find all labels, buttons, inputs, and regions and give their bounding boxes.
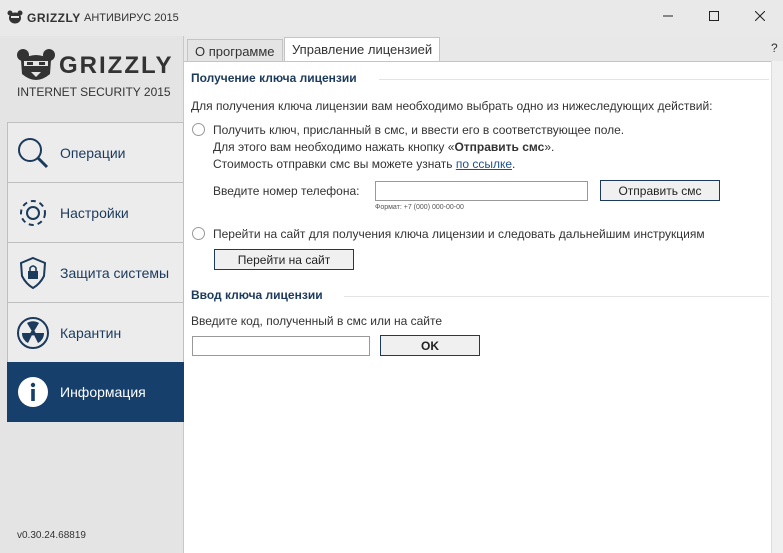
- info-icon: [15, 374, 51, 410]
- option-sms-line2: Для этого вам необходимо нажать кнопку «…: [213, 140, 555, 154]
- logo-subtitle: INTERNET SECURITY 2015: [17, 85, 171, 99]
- sidebar-item-label: Операции: [60, 144, 126, 161]
- tab-bar: О программе Управление лицензией: [184, 36, 783, 62]
- license-code-input[interactable]: [192, 336, 370, 356]
- option-sms-line3: Стоимость отправки смс вы можете узнать …: [213, 157, 516, 171]
- sidebar-item-quarantine[interactable]: Карантин: [7, 302, 184, 362]
- section-divider: [344, 296, 769, 297]
- sidebar-item-settings[interactable]: Настройки: [7, 182, 184, 242]
- section-divider: [379, 79, 769, 80]
- license-panel: Получение ключа лицензии Для получения к…: [184, 61, 771, 553]
- search-icon: [15, 135, 51, 171]
- title-bar: GRIZZLY АНТИВИРУС 2015: [0, 0, 783, 36]
- sidebar-item-label: Защита системы: [60, 264, 170, 281]
- intro-text: Для получения ключа лицензии вам необход…: [191, 99, 713, 113]
- logo-text: GRIZZLY: [59, 52, 174, 79]
- grizzly-logo-icon: [7, 10, 23, 24]
- close-icon: [755, 11, 765, 21]
- window-brand: GRIZZLY: [27, 11, 81, 25]
- code-label: Введите код, полученный в смс или на сай…: [191, 314, 443, 328]
- sidebar-item-system-protection[interactable]: Защита системы: [7, 242, 184, 302]
- sidebar-item-information[interactable]: Информация: [7, 362, 184, 422]
- option-website-text: Перейти на сайт для получения ключа лице…: [213, 227, 705, 241]
- tab-license-management[interactable]: Управление лицензией: [284, 37, 441, 62]
- sidebar-nav: Операции Настройки Защита системы Карант…: [7, 122, 184, 422]
- scrollbar[interactable]: [771, 61, 783, 553]
- section-title-enter-key: Ввод ключа лицензии: [191, 288, 323, 302]
- goto-site-button[interactable]: Перейти на сайт: [214, 249, 354, 270]
- radio-option-website[interactable]: [192, 227, 205, 240]
- price-link[interactable]: по ссылке: [456, 157, 512, 171]
- bear-logo-icon: [17, 49, 55, 80]
- sidebar-item-label: Карантин: [60, 324, 122, 341]
- window-title: АНТИВИРУС 2015: [84, 12, 179, 24]
- section-title-get-key: Получение ключа лицензии: [191, 71, 357, 85]
- minimize-icon: [663, 15, 673, 17]
- phone-input[interactable]: [375, 181, 588, 201]
- gear-icon: [15, 195, 51, 231]
- phone-format-hint: Формат: +7 (000) 000-00-00: [375, 204, 464, 211]
- sidebar: GRIZZLY INTERNET SECURITY 2015 Операции …: [0, 36, 184, 553]
- maximize-icon: [709, 11, 719, 21]
- maximize-button[interactable]: [691, 0, 737, 32]
- radiation-icon: [15, 315, 51, 351]
- radio-option-sms[interactable]: [192, 123, 205, 136]
- tab-about[interactable]: О программе: [187, 39, 283, 61]
- shield-lock-icon: [15, 255, 51, 291]
- product-logo: GRIZZLY INTERNET SECURITY 2015: [0, 36, 184, 122]
- minimize-button[interactable]: [645, 0, 691, 32]
- version-label: v0.30.24.68819: [17, 530, 86, 541]
- option-sms-line1: Получить ключ, присланный в смс, и ввест…: [213, 123, 625, 137]
- phone-label: Введите номер телефона:: [213, 184, 360, 198]
- sidebar-item-label: Настройки: [60, 204, 129, 221]
- sidebar-item-label: Информация: [60, 384, 146, 400]
- sidebar-item-operations[interactable]: Операции: [7, 122, 184, 182]
- close-button[interactable]: [737, 0, 783, 32]
- ok-button[interactable]: OK: [380, 335, 480, 356]
- send-sms-button[interactable]: Отправить смс: [600, 180, 720, 201]
- help-button[interactable]: ?: [771, 41, 778, 55]
